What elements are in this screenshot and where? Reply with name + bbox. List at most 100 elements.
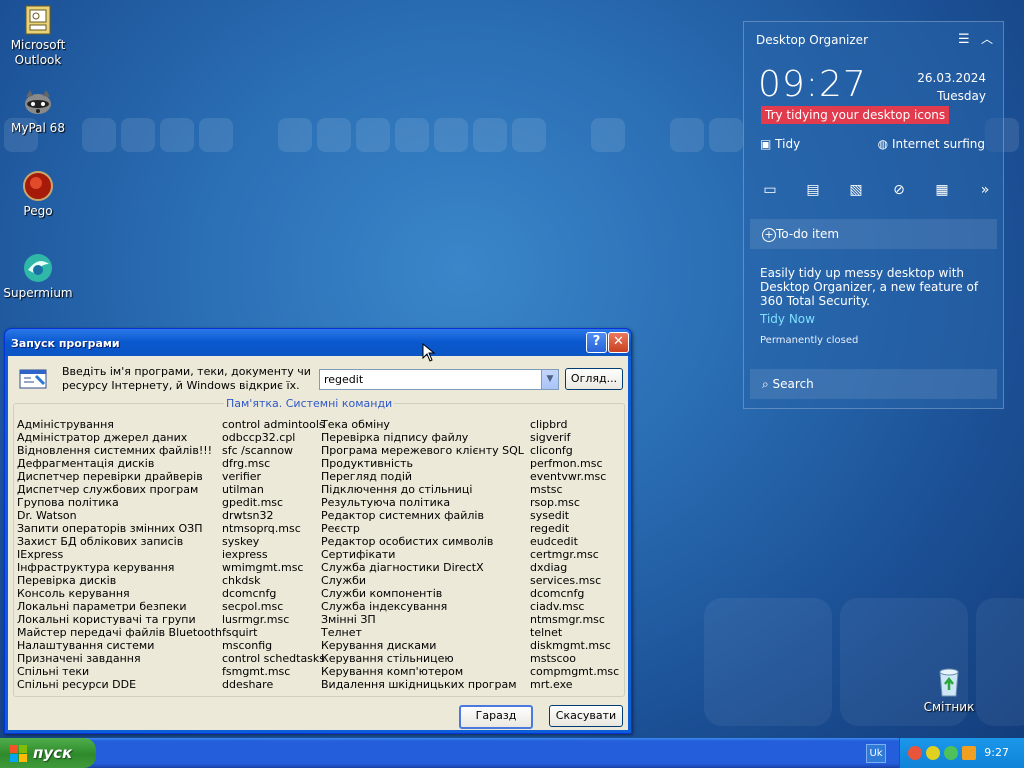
screenshot-icon[interactable]: ▧ — [846, 182, 866, 198]
command-list-item: Дефрагментація дисків — [17, 457, 155, 470]
start-label: пуск — [33, 744, 73, 762]
command-list-item: Групова політика — [17, 496, 119, 509]
todo-item-button[interactable]: + To-do item — [750, 219, 997, 249]
commands-column-names-2: Тека обміну Перевірка підпису файлу Програ… — [321, 418, 524, 691]
command-list-item: sigverif — [530, 431, 571, 444]
desktop-icon-label: Pego — [23, 204, 53, 218]
desktop-icon-pego[interactable]: Pego — [0, 170, 76, 219]
command-list-item: drwtsn32 — [222, 509, 274, 522]
browse-button[interactable]: Огляд... — [565, 368, 623, 390]
command-list-item: Локальні параметри безпеки — [17, 600, 187, 613]
internet-label: Internet surfing — [891, 137, 985, 151]
recycle-bin-icon — [933, 666, 965, 698]
organizer-search[interactable]: ⌕ Search — [750, 369, 997, 399]
command-list-item: gpedit.msc — [222, 496, 284, 509]
command-list-item: cliconfg — [530, 444, 573, 457]
command-list-item: Запити операторів змінних ОЗП — [17, 522, 203, 535]
bg-tile — [670, 118, 704, 152]
internet-surfing-button[interactable]: ◍ Internet surfing — [878, 137, 985, 151]
tidy-label: Tidy — [775, 137, 801, 151]
system-tray: 9:27 — [899, 738, 1024, 768]
command-list-item: perfmon.msc — [530, 457, 603, 470]
tidy-button[interactable]: ▣ Tidy — [760, 137, 800, 151]
command-list-item: Служби — [321, 574, 367, 587]
command-list-item: Результуюча політика — [321, 496, 451, 509]
bg-tile — [278, 118, 312, 152]
command-list-item: compmgmt.msc — [530, 665, 620, 678]
permanently-closed-link[interactable]: Permanently closed — [760, 335, 858, 346]
dropdown-arrow-icon[interactable]: ▼ — [541, 370, 558, 389]
command-list-item: Спільні ресурси DDE — [17, 678, 137, 691]
command-list-item: Служби компонентів — [321, 587, 443, 600]
command-list-item: Телнет — [321, 626, 362, 639]
run-dialog-title: Запуск програми — [11, 337, 120, 350]
command-list-item: Диспетчер перевірки драйверів — [17, 470, 203, 483]
tray-app-icon[interactable] — [908, 746, 922, 760]
desktop-organizer-widget: Desktop Organizer ☰ ︿ 09:27 26.03.2024 T… — [743, 21, 1004, 409]
bg-tile — [395, 118, 429, 152]
notebook-icon[interactable]: ▤ — [803, 182, 823, 198]
organizer-day: Tuesday — [937, 89, 986, 103]
run-prompt-text: Введіть ім'я програми, теки, документу ч… — [62, 365, 311, 392]
bg-tile — [704, 598, 832, 726]
run-dialog-titlebar[interactable]: Запуск програми ? ✕ — [5, 329, 631, 356]
desktop-icon-supermium[interactable]: Supermium — [0, 252, 76, 301]
tray-search-icon[interactable] — [962, 746, 976, 760]
desktop-icon-mypal[interactable]: MyPal 68 — [0, 87, 76, 136]
windows-logo-icon — [10, 745, 27, 762]
language-indicator[interactable]: Uk — [866, 744, 886, 763]
more-chevron-icon[interactable]: » — [975, 182, 995, 198]
command-list-item: Змінні ЗП — [321, 613, 376, 626]
mypal-raccoon-icon — [22, 87, 54, 119]
organizer-toolbar: ▭ ▤ ▧ ⊘ ▦ » — [760, 182, 995, 198]
hide-eye-icon[interactable]: ⊘ — [889, 182, 909, 198]
command-list-item: lusrmgr.msc — [222, 613, 290, 626]
command-list-item: diskmgmt.msc — [530, 639, 611, 652]
system-commands-group: Пам'ятка. Системні команди Адмініструван… — [13, 397, 625, 697]
organizer-title: Desktop Organizer — [756, 33, 868, 47]
command-list-item: Програма мережевого клієнту SQL — [321, 444, 524, 457]
command-list-item: Перегляд подій — [321, 470, 413, 483]
command-list-item: Керування комп'ютером — [321, 665, 464, 678]
command-list-item: fsmgmt.msc — [222, 665, 291, 678]
bg-tile — [434, 118, 468, 152]
command-list-item: Майстер передачі файлів Bluetooth — [17, 626, 222, 639]
bg-tile — [512, 118, 546, 152]
start-button[interactable]: пуск — [0, 738, 96, 768]
organizer-tip[interactable]: Try tidying your desktop icons — [761, 106, 950, 124]
help-button[interactable]: ? — [586, 332, 607, 353]
cancel-button[interactable]: Скасувати — [549, 705, 623, 727]
menu-icon[interactable]: ☰ — [958, 32, 970, 47]
organizer-description: Easily tidy up messy desktop with Deskto… — [760, 266, 979, 308]
command-list-item: Служба індексування — [321, 600, 448, 613]
command-list-item: dcomcnfg — [222, 587, 277, 600]
drive-icon[interactable]: ▭ — [760, 182, 780, 198]
tidy-now-link[interactable]: Tidy Now — [760, 312, 815, 326]
taskbar-clock[interactable]: 9:27 — [984, 746, 1009, 759]
desktop-icon-recycle-bin[interactable]: Смітник — [911, 666, 987, 715]
search-icon: ⌕ — [762, 377, 773, 391]
command-list-item: syskey — [222, 535, 260, 548]
tray-security-icon[interactable] — [926, 746, 940, 760]
desktop-icon-outlook[interactable]: Microsoft Outlook — [0, 4, 76, 68]
run-program-icon — [18, 368, 48, 390]
tray-network-icon[interactable] — [944, 746, 958, 760]
command-list-item: sfc /scannow — [222, 444, 294, 457]
ok-button[interactable]: Гаразд — [459, 705, 533, 729]
command-list-item: sysedit — [530, 509, 570, 522]
mouse-cursor-icon — [422, 343, 436, 362]
commands-column-cmds-2: clipbrd sigverif cliconfg perfmon.msc eventv… — [530, 418, 619, 691]
command-list-item: Продуктивність — [321, 457, 413, 470]
command-list-item: ntmsmgr.msc — [530, 613, 605, 626]
command-list-item: Тека обміну — [321, 418, 390, 431]
command-list-item: Сертифікати — [321, 548, 396, 561]
calculator-icon[interactable]: ▦ — [932, 182, 952, 198]
run-command-input[interactable]: regedit ▼ — [319, 369, 559, 390]
command-list-item: Спільні теки — [17, 665, 90, 678]
desktop-icon-label: Смітник — [923, 700, 975, 714]
close-button[interactable]: ✕ — [608, 332, 629, 353]
todo-label: To-do item — [776, 227, 840, 241]
collapse-icon[interactable]: ︿ — [981, 30, 993, 47]
organizer-time: 09:27 — [758, 64, 867, 105]
bg-tile — [160, 118, 194, 152]
